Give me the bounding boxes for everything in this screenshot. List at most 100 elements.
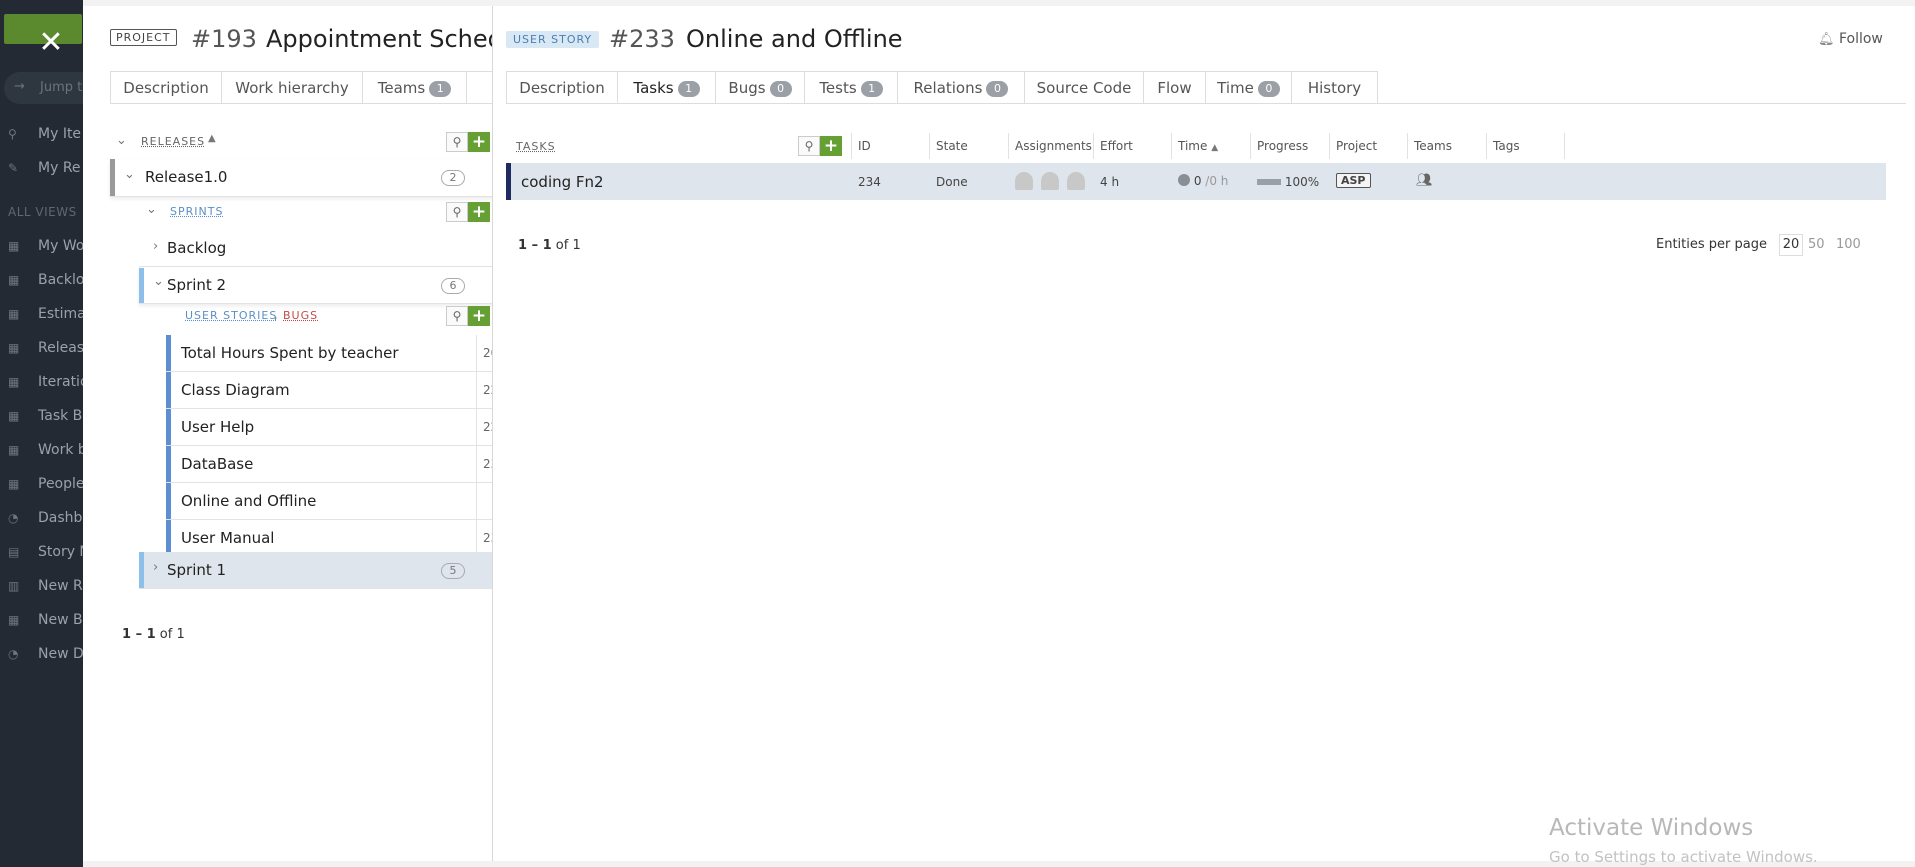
story-row[interactable]: Total Hours Spent by teacher20	[166, 335, 493, 372]
sidebar-item-my-items[interactable]: ⚲ My Ite	[8, 126, 81, 146]
col-assignments[interactable]: Assignments	[1009, 133, 1094, 159]
sidebar-view-item[interactable]: ▦ My Wo	[8, 238, 83, 258]
sidebar-view-item[interactable]: ▦ Releas	[8, 340, 83, 360]
col-effort[interactable]: Effort	[1094, 133, 1172, 159]
story-row[interactable]: Class Diagram22	[166, 372, 493, 409]
sprint-stripe	[139, 552, 144, 588]
add-story-button[interactable]: +	[468, 306, 490, 326]
col-time[interactable]: Time ▲	[1172, 133, 1251, 159]
sidebar-view-item[interactable]: ▦ New B	[8, 612, 83, 632]
story-map-icon: ▤	[8, 545, 20, 559]
story-row[interactable]: Online and Offline	[166, 483, 493, 520]
bell-icon: 🔔︎	[1818, 32, 1835, 47]
search-icon[interactable]: ⚲	[446, 202, 468, 222]
project-title[interactable]: Appointment Sched	[266, 25, 493, 53]
tab-tasks[interactable]: Tasks 1	[617, 71, 716, 103]
task-time[interactable]: 0 /0 h	[1178, 174, 1228, 188]
tab-description[interactable]: Description	[506, 71, 618, 103]
dashboard-icon: ◔	[8, 647, 19, 661]
per-page-option-20[interactable]: 20	[1779, 234, 1803, 256]
sidebar-view-item[interactable]: ▦ People	[8, 476, 83, 496]
story-row[interactable]: User Help22	[166, 409, 493, 446]
story-stripe	[166, 483, 171, 519]
team-icon[interactable]: 👥︎	[1416, 173, 1433, 188]
col-teams[interactable]: Teams	[1408, 133, 1487, 159]
sidebar-view-item[interactable]: ▤ Story N	[8, 544, 83, 564]
tab-history[interactable]: History	[1291, 71, 1378, 103]
tab-relations[interactable]: Relations 0	[897, 71, 1025, 103]
tab-flow[interactable]: Flow	[1143, 71, 1206, 103]
tab-time[interactable]: Time 0	[1205, 71, 1292, 103]
tab-more[interactable]: P	[466, 71, 493, 103]
column-divider	[476, 483, 477, 519]
task-assignments[interactable]	[1015, 172, 1093, 190]
chevron-down-icon[interactable]: ⌄	[124, 167, 135, 182]
windows-activation-watermark: Activate Windows	[1549, 815, 1754, 841]
bugs-header-label[interactable]: BUGS	[283, 309, 318, 322]
chevron-down-icon[interactable]: ⌄	[116, 133, 127, 148]
project-badge[interactable]: ASP	[1336, 173, 1371, 188]
search-icon[interactable]: ⚲	[446, 132, 468, 152]
sprints-header-label[interactable]: SPRINTS	[170, 205, 223, 218]
sidebar-view-item[interactable]: ▦ Work b	[8, 442, 83, 462]
per-page-option-50[interactable]: 50	[1808, 237, 1825, 252]
chevron-down-icon[interactable]: ⌄	[153, 274, 164, 289]
per-page-option-100[interactable]: 100	[1836, 237, 1861, 252]
task-state[interactable]: Done	[936, 175, 968, 189]
tab-work-hierarchy[interactable]: Work hierarchy	[221, 71, 363, 103]
sidebar-view-label: My Wo	[38, 238, 83, 254]
sidebar-view-item[interactable]: ◔ Dashb	[8, 510, 82, 530]
project-id: #193	[191, 25, 257, 53]
task-name[interactable]: coding Fn2	[521, 173, 604, 191]
sidebar-view-item[interactable]: ▦ Iteratio	[8, 374, 83, 394]
sidebar-view-item[interactable]: ▦ Backlo	[8, 272, 83, 292]
col-project[interactable]: Project	[1330, 133, 1408, 159]
sprint-row-backlog[interactable]: › Backlog	[139, 231, 493, 267]
teams-count: 1	[429, 81, 452, 97]
board-icon: ▦	[8, 239, 20, 253]
col-progress[interactable]: Progress	[1251, 133, 1330, 159]
sprints-header: ⌄ SPRINTS ⚲ + ID	[139, 200, 493, 224]
sidebar-view-label: Backlo	[38, 272, 83, 288]
sprint-row-sprint-2[interactable]: ⌄ Sprint 2 6 20	[139, 268, 493, 304]
tab-teams[interactable]: Teams 1	[362, 71, 467, 103]
search-icon[interactable]: ⚲	[446, 306, 468, 326]
release-stripe	[110, 159, 115, 196]
tab-description[interactable]: Description	[110, 71, 222, 103]
col-tags[interactable]: Tags	[1487, 133, 1565, 159]
chevron-down-icon[interactable]: ⌄	[146, 202, 157, 217]
sidebar-view-item[interactable]: ◔ New D	[8, 646, 83, 666]
sprint-row-sprint-1[interactable]: › Sprint 1 5 19	[139, 552, 493, 589]
jump-to-input[interactable]: → Jump t	[4, 72, 83, 104]
releases-header-label[interactable]: RELEASES	[141, 135, 205, 148]
release-row[interactable]: ⌄ Release1.0 2 19	[110, 159, 493, 197]
add-release-button[interactable]: +	[468, 132, 490, 152]
sidebar-view-item[interactable]: ▦ Estima	[8, 306, 83, 326]
chevron-right-icon[interactable]: ›	[153, 560, 158, 575]
task-row[interactable]: coding Fn2 234 Done 4 h 0 /0 h 100% ASP …	[506, 163, 1886, 200]
tab-tests[interactable]: Tests 1	[804, 71, 898, 103]
tasks-header-label[interactable]: TASKS	[516, 140, 556, 153]
add-sprint-button[interactable]: +	[468, 202, 490, 222]
sidebar-item-my-requests[interactable]: ✎ My Re	[8, 160, 81, 180]
sidebar-view-item[interactable]: ▥ New R	[8, 578, 83, 598]
sprint-count: 6	[441, 278, 465, 294]
col-id[interactable]: ID	[852, 133, 930, 159]
sidebar-view-item[interactable]: ▦ Task B	[8, 408, 82, 428]
follow-button[interactable]: 🔔︎ Follow	[1818, 31, 1883, 47]
chevron-right-icon[interactable]: ›	[153, 239, 158, 254]
user-stories-header-label[interactable]: USER STORIES	[185, 309, 277, 322]
task-effort[interactable]: 4 h	[1100, 175, 1119, 189]
add-task-button[interactable]: +	[820, 136, 842, 156]
story-row[interactable]: DataBase23	[166, 446, 493, 483]
tab-bugs[interactable]: Bugs 0	[715, 71, 805, 103]
col-state[interactable]: State	[930, 133, 1009, 159]
close-icon[interactable]: ✕	[33, 25, 69, 61]
tab-source-code[interactable]: Source Code	[1024, 71, 1144, 103]
sort-asc-icon: ▲	[1211, 143, 1219, 153]
avatar	[1041, 172, 1059, 190]
story-name: Online and Offline	[181, 492, 317, 510]
story-title[interactable]: Online and Offline	[686, 25, 903, 53]
story-name: User Help	[181, 418, 255, 436]
search-icon[interactable]: ⚲	[798, 136, 820, 156]
